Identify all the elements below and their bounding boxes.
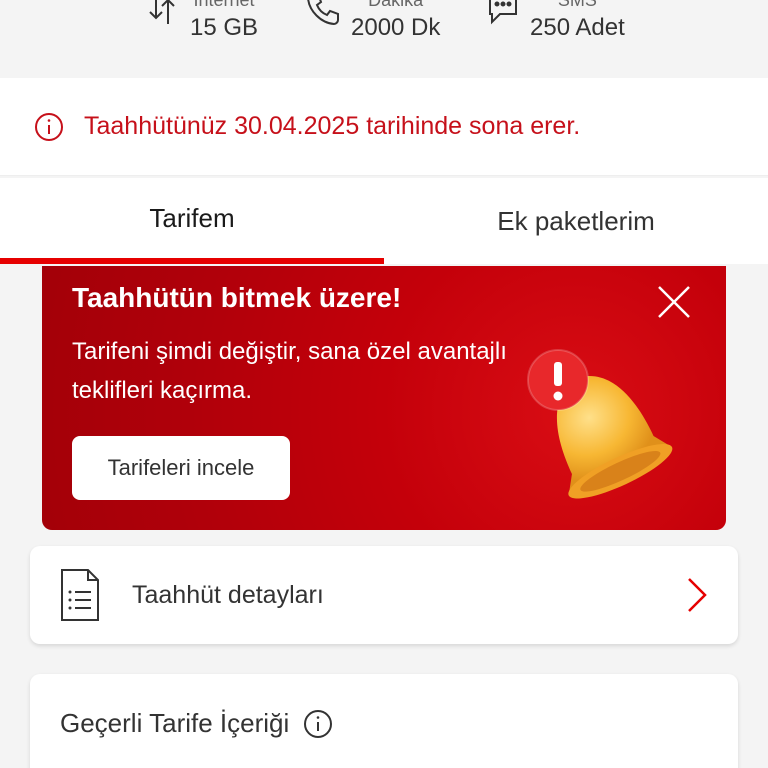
usage-sms: SMS 250 Adet: [530, 0, 625, 42]
tab-tarifem[interactable]: Tarifem: [0, 178, 384, 264]
usage-sms-label: SMS: [557, 0, 597, 10]
usage-summary: İnternet 15 GB Dakika 2000 Dk SMS 250 Ad…: [0, 0, 768, 78]
tab-ek-paketlerim[interactable]: Ek paketlerim: [384, 178, 768, 264]
promo-title: Taahhütün bitmek üzere!: [72, 282, 402, 313]
promo-banner: Taahhütün bitmek üzere! Tarifeni şimdi d…: [42, 266, 726, 530]
commitment-alert: Taahhütünüz 30.04.2025 tarihinde sona er…: [0, 78, 768, 176]
promo-description: Tarifeni şimdi değiştir, sana özel avant…: [72, 338, 507, 404]
chevron-right-icon: [688, 578, 707, 612]
commitment-alert-text: Taahhütünüz 30.04.2025 tarihinde sona er…: [84, 112, 581, 140]
document-icon: [61, 569, 99, 621]
usage-sms-value: 250 Adet: [530, 14, 625, 41]
close-icon[interactable]: [656, 284, 692, 320]
tariff-content-heading: Geçerli Tarife İçeriği: [60, 708, 333, 739]
usage-minutes-label: Dakika: [368, 0, 424, 10]
phone-icon: [307, 0, 339, 26]
usage-internet: İnternet 15 GB: [190, 0, 258, 42]
tariff-content-title: Geçerli Tarife İçeriği: [60, 708, 290, 738]
commitment-details-label: Taahhüt detayları: [132, 580, 324, 609]
commitment-details-row[interactable]: Taahhüt detayları: [30, 546, 738, 644]
view-tariffs-button[interactable]: Tarifeleri incele: [72, 436, 290, 500]
usage-internet-value: 15 GB: [190, 14, 259, 41]
tariff-content-card: Geçerli Tarife İçeriği: [30, 674, 738, 768]
info-icon: [35, 112, 63, 141]
info-icon[interactable]: [303, 709, 333, 739]
usage-minutes-value: 2000 Dk: [351, 14, 441, 41]
usage-minutes: Dakika 2000 Dk: [351, 0, 440, 42]
bell-alert-icon: [527, 349, 673, 499]
tab-bar: Tarifem Ek paketlerim: [0, 178, 768, 264]
data-transfer-icon: [149, 0, 175, 24]
message-icon: [489, 0, 517, 25]
usage-internet-label: İnternet: [193, 0, 255, 10]
